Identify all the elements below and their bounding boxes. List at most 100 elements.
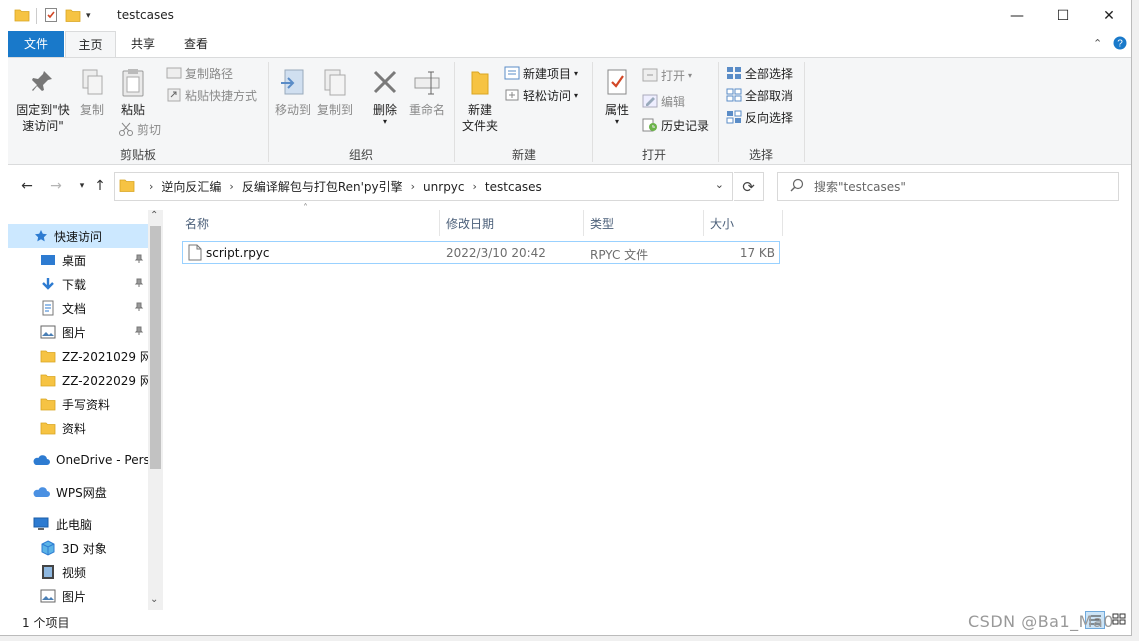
delete-x-icon	[373, 70, 397, 94]
breadcrumb-item[interactable]: 反编译解包与打包Ren'py引擎	[242, 178, 403, 195]
cut-button[interactable]: 剪切	[118, 120, 161, 138]
collapse-ribbon-icon[interactable]: ⌃	[1093, 37, 1102, 50]
tab-share[interactable]: 共享	[122, 31, 164, 57]
nav-wps-drive[interactable]: WPS网盘	[8, 480, 148, 504]
minimize-button[interactable]: —	[994, 0, 1040, 31]
nav-documents[interactable]: 文档	[8, 296, 148, 320]
breadcrumb-sep-icon[interactable]: ›	[149, 180, 153, 193]
folder-icon	[40, 398, 56, 411]
history-button[interactable]: 历史记录	[642, 116, 709, 134]
folder-icon	[40, 422, 56, 435]
paste-shortcut-button[interactable]: 粘贴快捷方式	[166, 86, 257, 104]
search-input[interactable]	[812, 178, 1092, 195]
column-header-type[interactable]: 类型	[584, 210, 703, 236]
scissors-icon	[119, 122, 133, 136]
move-to-button[interactable]: 移动到	[272, 68, 314, 118]
nav-folder-zz2022[interactable]: ZZ-2022029 网络	[8, 368, 148, 392]
address-folder-icon	[119, 177, 135, 196]
customize-qat-icon[interactable]: ▾	[86, 11, 91, 21]
paste-button[interactable]: 粘贴	[116, 68, 150, 118]
nav-label: 此电脑	[56, 517, 93, 532]
delete-dropdown-icon[interactable]: ▾	[366, 118, 404, 126]
breadcrumb-item[interactable]: unrpyc	[423, 180, 464, 194]
select-all-button[interactable]: 全部选择	[726, 64, 793, 82]
file-row[interactable]: script.rpyc 2022/3/10 20:42 RPYC 文件 17 K…	[182, 241, 780, 264]
close-button[interactable]: ✕	[1086, 0, 1131, 31]
new-item-dropdown-icon: ▾	[574, 68, 579, 78]
nav-pc-pictures[interactable]: 图片	[8, 584, 148, 608]
new-folder-qat-icon[interactable]	[65, 7, 81, 26]
delete-button[interactable]: 删除 ▾	[366, 68, 404, 126]
group-clipboard-label: 剪贴板	[119, 148, 156, 162]
tab-home[interactable]: 主页	[65, 31, 116, 58]
maximize-button[interactable]: ☐	[1040, 0, 1086, 31]
easy-access-button[interactable]: 轻松访问 ▾	[504, 86, 578, 104]
nav-quick-access[interactable]: 快速访问	[8, 224, 148, 248]
computer-icon	[33, 517, 49, 530]
title-bar: ▾ testcases — ☐ ✕	[0, 0, 1131, 31]
select-none-button[interactable]: 全部取消	[726, 86, 793, 104]
breadcrumb-sep-icon[interactable]: ›	[473, 180, 477, 193]
select-none-icon	[726, 88, 742, 102]
history-label: 历史记录	[661, 118, 710, 133]
tab-file[interactable]: 文件	[8, 31, 64, 57]
properties-qat-icon[interactable]	[43, 7, 59, 26]
move-to-icon	[281, 69, 304, 95]
help-icon[interactable]: ?	[1113, 36, 1127, 53]
nav-label: 文档	[62, 301, 87, 316]
copy-path-button[interactable]: 复制路径	[166, 64, 233, 82]
tab-view[interactable]: 查看	[174, 31, 218, 57]
copy-button[interactable]: 复制	[76, 68, 108, 118]
new-item-button[interactable]: 新建项目 ▾	[504, 64, 578, 82]
open-button[interactable]: 打开 ▾	[642, 66, 692, 84]
breadcrumb-item[interactable]: testcases	[485, 180, 542, 194]
nav-folder-materials[interactable]: 资料	[8, 416, 148, 440]
easy-access-label: 轻松访问	[523, 88, 572, 103]
rename-button[interactable]: 重命名	[406, 68, 448, 118]
scroll-up-icon[interactable]: ⌃	[150, 210, 158, 221]
breadcrumb-sep-icon[interactable]: ›	[229, 180, 233, 193]
breadcrumb-sep-icon[interactable]: ›	[411, 180, 415, 193]
nav-folder-zz2021[interactable]: ZZ-2021029 网络	[8, 344, 148, 368]
address-bar[interactable]: › 逆向反汇编 › 反编译解包与打包Ren'py引擎 › unrpyc › te…	[114, 172, 733, 201]
nav-pictures[interactable]: 图片	[8, 320, 148, 344]
forward-button[interactable]: →	[46, 176, 66, 196]
select-all-icon	[727, 67, 741, 79]
breadcrumb-item[interactable]: 逆向反汇编	[161, 178, 221, 195]
star-icon	[35, 230, 47, 242]
pin-quick-access-button[interactable]: 固定到"快 速访问"	[12, 68, 74, 134]
nav-scrollbar-thumb[interactable]	[150, 226, 161, 469]
refresh-button[interactable]: ⟳	[734, 172, 764, 201]
new-item-label: 新建项目	[523, 66, 572, 81]
file-name: script.rpyc	[206, 246, 270, 260]
properties-button[interactable]: 属性 ▾	[600, 68, 634, 126]
column-header-name[interactable]: 名称	[179, 210, 439, 236]
properties-dropdown-icon[interactable]: ▾	[600, 118, 634, 126]
select-all-label: 全部选择	[745, 66, 794, 81]
new-folder-button[interactable]: 新建 文件夹	[458, 68, 502, 134]
nav-this-pc[interactable]: 此电脑	[8, 512, 148, 536]
back-button[interactable]: ←	[17, 176, 37, 196]
nav-videos[interactable]: 视频	[8, 560, 148, 584]
nav-label: WPS网盘	[56, 485, 107, 500]
scroll-down-icon[interactable]: ⌄	[150, 594, 158, 605]
nav-onedrive[interactable]: OneDrive - Personal	[8, 448, 148, 472]
pin-icon	[32, 71, 52, 91]
up-button[interactable]: ↑	[90, 176, 110, 196]
nav-3d-objects[interactable]: 3D 对象	[8, 536, 148, 560]
column-header-size[interactable]: 大小	[704, 210, 782, 236]
nav-desktop[interactable]: 桌面	[8, 248, 148, 272]
nav-label: 图片	[62, 325, 87, 340]
recent-locations-button[interactable]: ▾	[72, 176, 92, 196]
edit-label: 编辑	[661, 94, 686, 109]
group-open-label: 打开	[641, 148, 666, 162]
copy-to-button[interactable]: 复制到	[314, 68, 356, 118]
edit-button[interactable]: 编辑	[642, 92, 685, 110]
nav-downloads[interactable]: 下载	[8, 272, 148, 296]
invert-selection-button[interactable]: 反向选择	[726, 108, 793, 126]
copy-to-label: 复制到	[316, 103, 353, 117]
address-history-icon[interactable]: ⌄	[715, 178, 724, 191]
column-header-date[interactable]: 修改日期	[440, 210, 583, 236]
nav-folder-handwritten[interactable]: 手写资料	[8, 392, 148, 416]
search-box[interactable]	[777, 172, 1119, 201]
